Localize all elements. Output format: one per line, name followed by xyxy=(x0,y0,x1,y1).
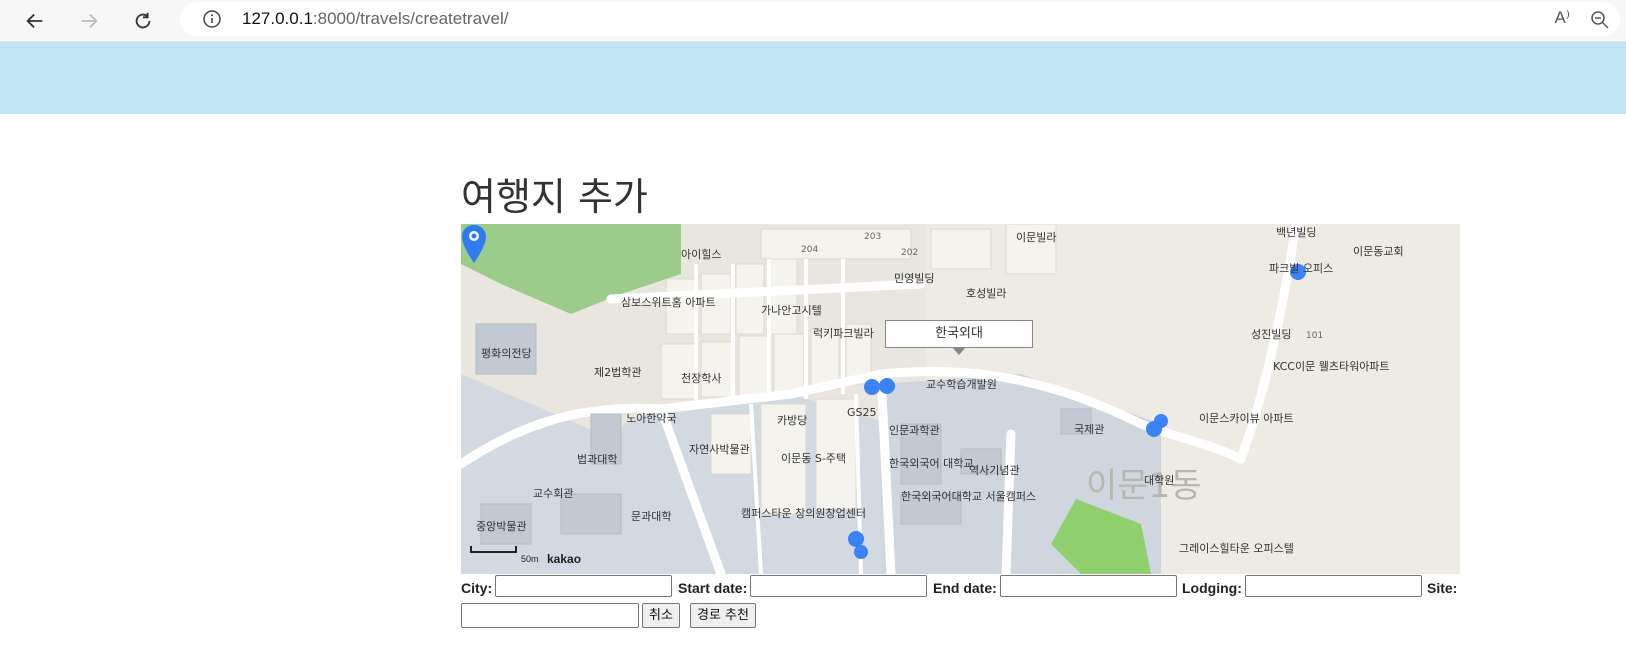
recommend-route-button[interactable]: 경로 추천 xyxy=(690,603,756,628)
map-place-label: 평화의전당 xyxy=(481,347,532,360)
end-date-input[interactable] xyxy=(1000,575,1177,597)
map-place-label: 백년빌딩 xyxy=(1276,226,1316,239)
road-number: 204 xyxy=(801,245,818,255)
map-place-label: 자연사박물관 xyxy=(689,443,750,456)
scale-label: 50m xyxy=(521,554,539,564)
map-place-label: 카방당 xyxy=(777,414,807,427)
map-marker-icon[interactable] xyxy=(461,224,487,264)
url-host: 127.0.0.1 xyxy=(242,9,313,28)
map-place-label: 문과대학 xyxy=(631,510,671,523)
map-place-label: 캠퍼스타운 창의원창업센터 xyxy=(741,507,866,520)
map-place-label: GS25 xyxy=(847,406,877,419)
road-number: 203 xyxy=(864,232,881,242)
read-aloud-icon[interactable]: A⁾ xyxy=(1554,8,1570,28)
map-place-label: 아이힐스 xyxy=(681,248,721,261)
address-bar[interactable]: 127.0.0.1:8000/travels/createtravel/ A⁾ xyxy=(180,2,1620,36)
map-infowindow[interactable]: 한국외대 xyxy=(885,320,1033,355)
back-icon xyxy=(26,13,43,29)
url-path: :8000/travels/createtravel/ xyxy=(312,9,509,28)
lodging-input[interactable] xyxy=(1245,575,1422,597)
refresh-button[interactable] xyxy=(128,6,158,36)
map-place-label: 중앙박물관 xyxy=(476,520,527,533)
site-input[interactable] xyxy=(461,603,639,628)
cancel-button[interactable]: 취소 xyxy=(642,603,680,628)
map-place-label: 인문과학관 xyxy=(889,424,940,437)
map-place-label: 제2법학관 xyxy=(594,366,641,379)
map-place-label: 국제관 xyxy=(1074,423,1104,436)
map-place-label: 민영빌딩 xyxy=(894,272,934,285)
map-place-label: 노아한약국 xyxy=(626,411,677,425)
map-place-label: 대학원 xyxy=(1144,474,1174,487)
map-place-label: 한국외국어대학교 서울캠퍼스 xyxy=(901,490,1036,503)
road-number: 101 xyxy=(1306,331,1323,341)
page-title: 여행지 추가 xyxy=(461,175,648,219)
map-place-label: 법과대학 xyxy=(577,453,617,466)
map-place-label: 이문동 S-주택 xyxy=(781,452,846,465)
map-place-label: 럭키파크빌라 xyxy=(813,327,874,340)
forward-button[interactable] xyxy=(74,6,104,36)
map-canvas: 이문1동 아이힐스 이문빌라 백년빌딩 이문동교회 삼보스위트홈 아파트 민영빌… xyxy=(461,224,1460,574)
map-place-label: 파크빌 오피스 xyxy=(1269,262,1333,275)
browser-toolbar: 127.0.0.1:8000/travels/createtravel/ A⁾ xyxy=(0,0,1626,42)
end-date-label: End date: xyxy=(933,580,997,596)
map-place-label: 호성빌라 xyxy=(966,287,1006,300)
kakao-map[interactable]: 이문1동 아이힐스 이문빌라 백년빌딩 이문동교회 삼보스위트홈 아파트 민영빌… xyxy=(461,224,1460,574)
info-icon[interactable] xyxy=(202,9,222,29)
lodging-label: Lodging: xyxy=(1182,580,1242,596)
site-label: Site: xyxy=(1427,580,1458,596)
site-header xyxy=(0,42,1626,114)
start-date-label: Start date: xyxy=(678,580,748,596)
map-place-label: 한국외국어 대학교 xyxy=(889,457,973,470)
map-place-label: 가나안고시텔 xyxy=(761,304,822,317)
map-place-label: 천장학사 xyxy=(681,371,721,385)
forward-icon xyxy=(81,13,98,29)
road-number: 202 xyxy=(901,248,918,258)
map-place-label: 이문동교회 xyxy=(1353,245,1404,258)
map-place-label: 교수학습개발원 xyxy=(926,378,997,391)
url-text[interactable]: 127.0.0.1:8000/travels/createtravel/ xyxy=(242,9,509,29)
start-date-input[interactable] xyxy=(750,575,927,597)
refresh-icon xyxy=(135,12,151,29)
map-place-label: 성진빌딩 xyxy=(1251,328,1291,341)
map-place-label: 그레이스힐타운 오피스텔 xyxy=(1179,542,1294,555)
back-button[interactable] xyxy=(20,6,50,36)
map-place-label: KCC이문 웰츠타워아파트 xyxy=(1273,360,1390,373)
zoom-icon[interactable] xyxy=(1590,10,1610,30)
map-place-label: 역사기념관 xyxy=(969,464,1020,477)
city-label: City: xyxy=(461,580,493,596)
map-place-label: 교수회관 xyxy=(533,487,573,500)
map-place-label: 이문빌라 xyxy=(1016,231,1056,244)
map-place-label: 이문스카이뷰 아파트 xyxy=(1199,412,1294,425)
map-place-label: 삼보스위트홈 아파트 xyxy=(621,295,716,309)
city-input[interactable] xyxy=(495,575,672,597)
kakao-logo: kakao xyxy=(547,552,582,566)
